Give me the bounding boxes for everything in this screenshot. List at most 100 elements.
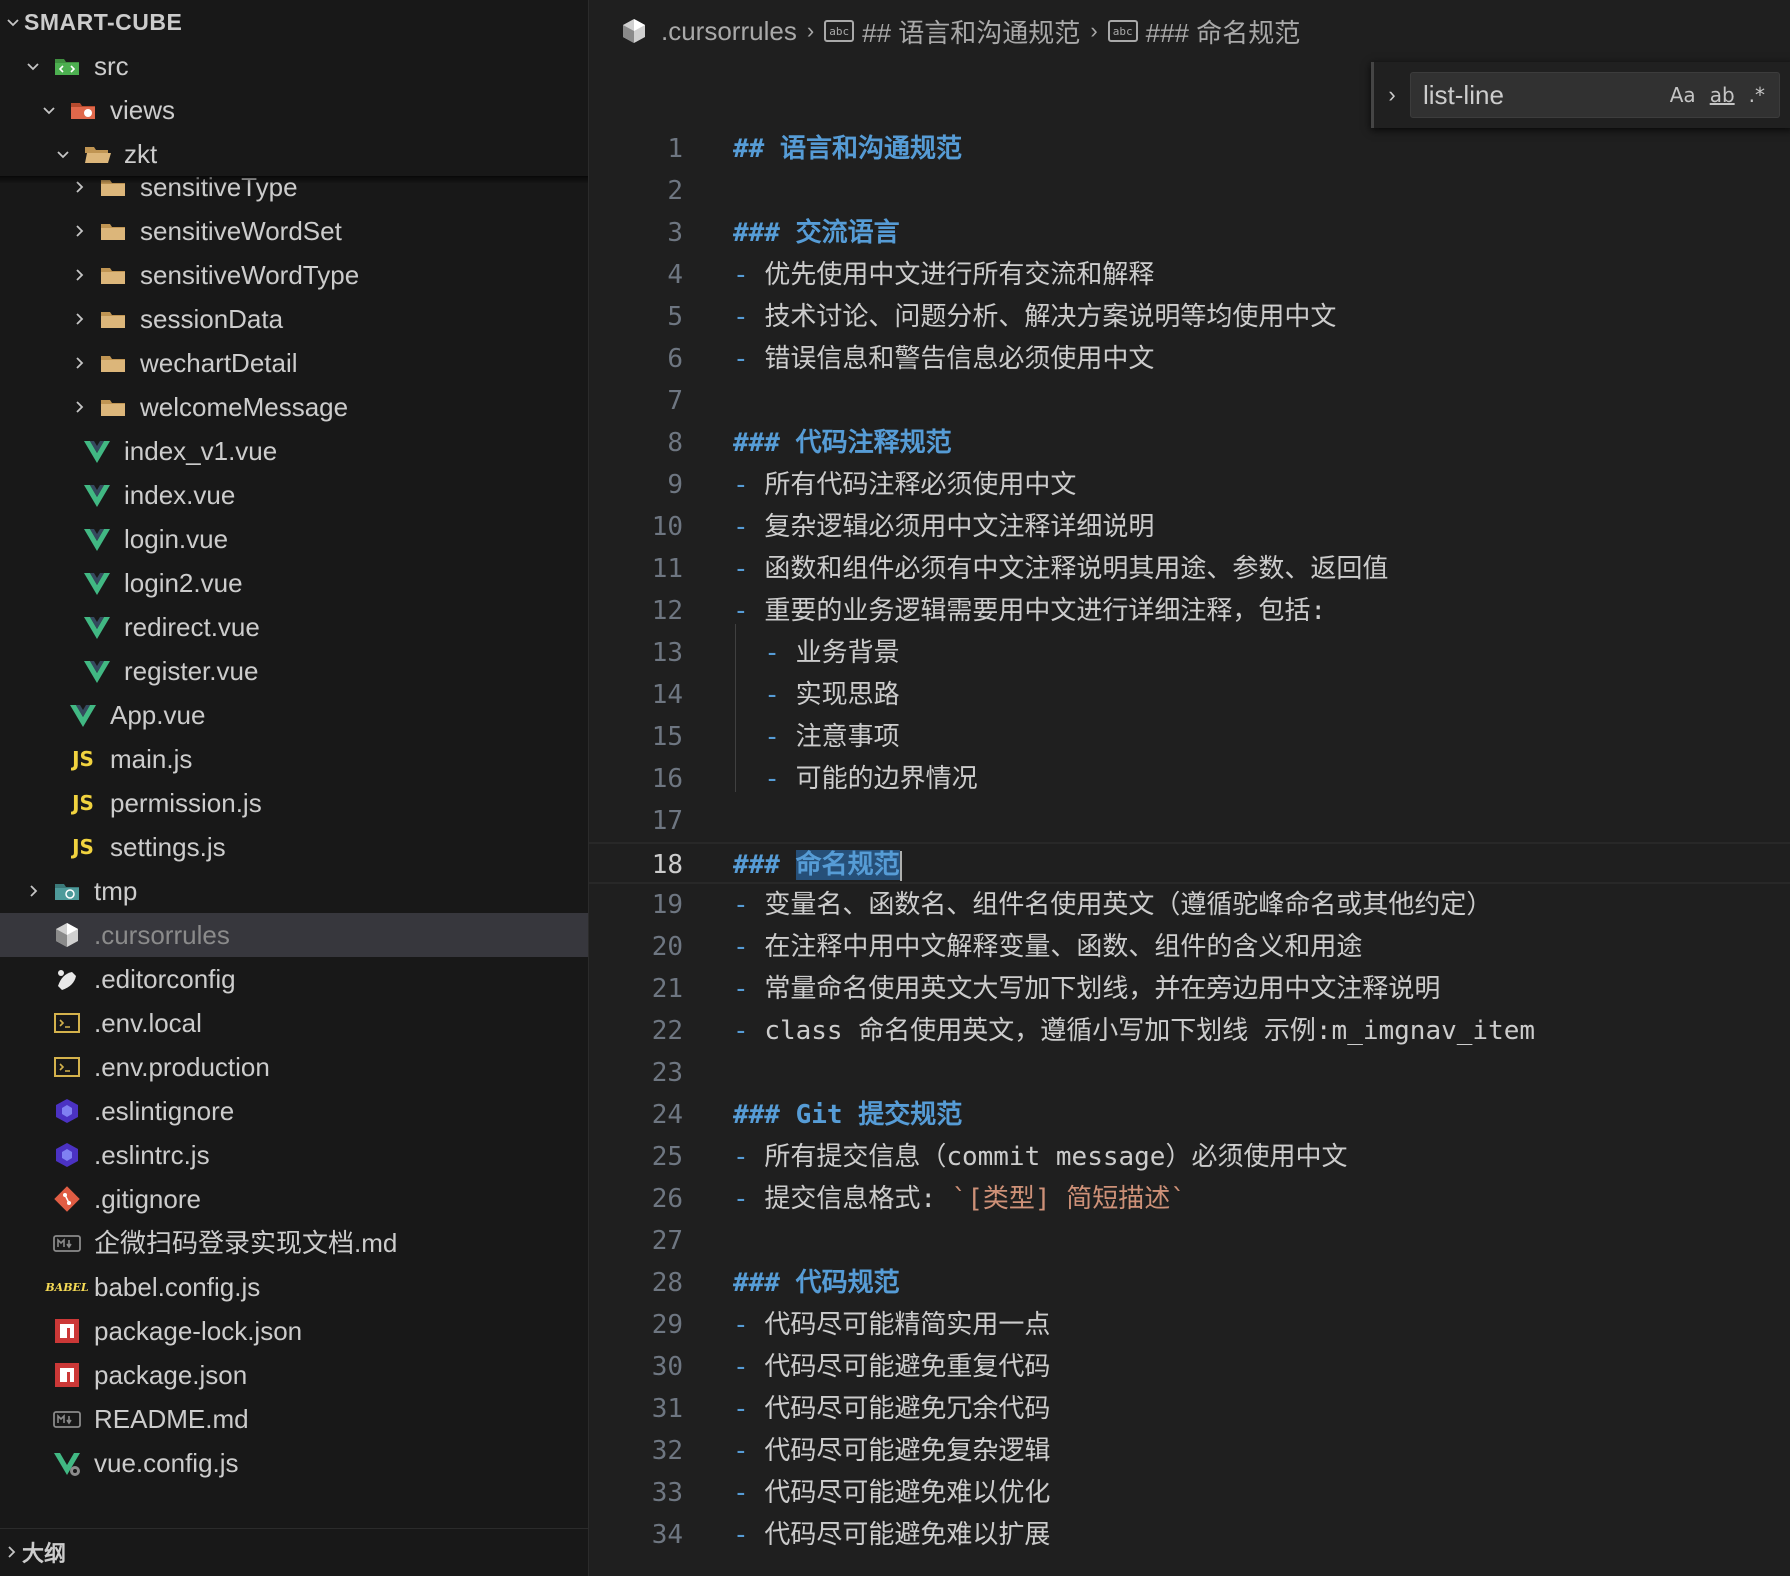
code-line[interactable]: 22 - class 命名使用英文，遵循小写加下划线 示例:m_imgnav_it…: [589, 1010, 1790, 1052]
code-line[interactable]: 20 - 在注释中用中文解释变量、函数、组件的含义和用途: [589, 926, 1790, 968]
vue-icon: [82, 524, 112, 554]
code-line[interactable]: 30 - 代码尽可能避免重复代码: [589, 1346, 1790, 1388]
tree-item[interactable]: register.vue: [0, 649, 588, 693]
line-text: - 复杂逻辑必须用中文注释详细说明: [733, 506, 1154, 548]
line-number: 8: [667, 428, 683, 458]
tree-item[interactable]: sensitiveWordType: [0, 253, 588, 297]
tree-item[interactable]: sensitiveWordSet: [0, 209, 588, 253]
code-line[interactable]: 24 ### Git 提交规范: [589, 1094, 1790, 1136]
tree-item[interactable]: .env.local: [0, 1001, 588, 1045]
match-whole-word-toggle[interactable]: ab: [1710, 83, 1735, 107]
line-text: - 代码尽可能避免难以优化: [733, 1472, 1050, 1514]
code-line[interactable]: 31 - 代码尽可能避免冗余代码: [589, 1388, 1790, 1430]
tree-item[interactable]: tmp: [0, 869, 588, 913]
code-line[interactable]: 28 ### 代码规范: [589, 1262, 1790, 1304]
code-line[interactable]: 6 - 错误信息和警告信息必须使用中文: [589, 338, 1790, 380]
outline-section-header[interactable]: 大纲: [0, 1528, 588, 1575]
chevron-right-icon[interactable]: [22, 880, 44, 902]
tree-item[interactable]: index.vue: [0, 473, 588, 517]
breadcrumb-subsection[interactable]: ### 命名规范: [1146, 13, 1301, 50]
markdown-icon: [52, 1404, 82, 1434]
find-input-value[interactable]: list-line: [1423, 80, 1670, 111]
code-line[interactable]: 5 - 技术讨论、问题分析、解决方案说明等均使用中文: [589, 296, 1790, 338]
code-line[interactable]: 16 - 可能的边界情况: [589, 758, 1790, 800]
code-line[interactable]: 33 - 代码尽可能避免难以优化: [589, 1472, 1790, 1514]
chevron-right-icon[interactable]: [68, 396, 90, 418]
code-line[interactable]: 12 - 重要的业务逻辑需要用中文进行详细注释，包括:: [589, 590, 1790, 632]
code-line[interactable]: 3 ### 交流语言: [589, 212, 1790, 254]
chevron-down-icon[interactable]: [52, 143, 74, 165]
code-line[interactable]: 29 - 代码尽可能精简实用一点: [589, 1304, 1790, 1346]
chevron-right-icon[interactable]: [68, 308, 90, 330]
tree-item[interactable]: sensitiveType: [0, 165, 588, 209]
chevron-right-icon[interactable]: [68, 264, 90, 286]
code-line[interactable]: 9 - 所有代码注释必须使用中文: [589, 464, 1790, 506]
tree-item[interactable]: src: [0, 44, 588, 88]
code-line[interactable]: 21 - 常量命名使用英文大写加下划线，并在旁边用中文注释说明: [589, 968, 1790, 1010]
tree-item[interactable]: .eslintrc.js: [0, 1133, 588, 1177]
find-input[interactable]: list-line Aa ab .*: [1410, 72, 1780, 118]
tree-item[interactable]: App.vue: [0, 693, 588, 737]
code-line[interactable]: 4 - 优先使用中文进行所有交流和解释: [589, 254, 1790, 296]
code-line[interactable]: 1 ## 语言和沟通规范: [589, 128, 1790, 170]
editor-pane[interactable]: .cursorrules › abc ## 语言和沟通规范 › abc ### …: [589, 0, 1790, 1576]
tree-item[interactable]: .eslintignore: [0, 1089, 588, 1133]
chevron-right-icon[interactable]: [68, 220, 90, 242]
code-line[interactable]: 19 - 变量名、函数名、组件名使用英文（遵循驼峰命名或其他约定）: [589, 884, 1790, 926]
tree-item[interactable]: .cursorrules: [0, 913, 588, 957]
code-line[interactable]: 14 - 实现思路: [589, 674, 1790, 716]
chevron-down-icon[interactable]: [22, 55, 44, 77]
tree-item[interactable]: sessionData: [0, 297, 588, 341]
tree-item[interactable]: login2.vue: [0, 561, 588, 605]
code-line[interactable]: 23: [589, 1052, 1790, 1094]
use-regex-toggle[interactable]: .*: [1749, 83, 1765, 107]
tree-item[interactable]: .editorconfig: [0, 957, 588, 1001]
vue-icon: [82, 612, 112, 642]
tree-item[interactable]: JS main.js: [0, 737, 588, 781]
tree-item[interactable]: README.md: [0, 1397, 588, 1441]
code-line-current[interactable]: 18 ### 命名规范: [589, 842, 1790, 884]
code-line[interactable]: 27: [589, 1220, 1790, 1262]
code-line[interactable]: 11 - 函数和组件必须有中文注释说明其用途、参数、返回值: [589, 548, 1790, 590]
tree-item[interactable]: redirect.vue: [0, 605, 588, 649]
tree-item[interactable]: views: [0, 88, 588, 132]
explorer-project-header[interactable]: SMART-CUBE: [0, 0, 588, 44]
code-line[interactable]: 32 - 代码尽可能避免复杂逻辑: [589, 1430, 1790, 1472]
line-number: 17: [651, 806, 683, 836]
code-line[interactable]: 8 ### 代码注释规范: [589, 422, 1790, 464]
chevron-down-icon[interactable]: [38, 99, 60, 121]
code-line[interactable]: 10 - 复杂逻辑必须用中文注释详细说明: [589, 506, 1790, 548]
tree-item[interactable]: welcomeMessage: [0, 385, 588, 429]
code-line[interactable]: 34 - 代码尽可能避免难以扩展: [589, 1514, 1790, 1556]
match-case-toggle[interactable]: Aa: [1670, 83, 1696, 107]
tree-item[interactable]: .gitignore: [0, 1177, 588, 1221]
tree-item[interactable]: wechartDetail: [0, 341, 588, 385]
tree-item[interactable]: BABEL babel.config.js: [0, 1265, 588, 1309]
tree-item[interactable]: vue.config.js: [0, 1441, 588, 1485]
tree-item[interactable]: .env.production: [0, 1045, 588, 1089]
code-line[interactable]: 17: [589, 800, 1790, 842]
breadcrumb-file[interactable]: .cursorrules: [661, 16, 797, 47]
tree-item[interactable]: package-lock.json: [0, 1309, 588, 1353]
chevron-right-icon[interactable]: [68, 352, 90, 374]
tree-item[interactable]: 企微扫码登录实现文档.md: [0, 1221, 588, 1265]
tree-item[interactable]: login.vue: [0, 517, 588, 561]
tree-item[interactable]: JS permission.js: [0, 781, 588, 825]
code-line[interactable]: 25 - 所有提交信息（commit message）必须使用中文: [589, 1136, 1790, 1178]
code-line[interactable]: 15 - 注意事项: [589, 716, 1790, 758]
tree-item-label: package-lock.json: [94, 1316, 303, 1346]
toggle-replace-chevron-icon[interactable]: ›: [1374, 82, 1410, 108]
line-number: 16: [651, 764, 683, 794]
line-text: - 注意事项: [733, 716, 899, 758]
code-line[interactable]: 2: [589, 170, 1790, 212]
tree-item[interactable]: index_v1.vue: [0, 429, 588, 473]
tree-item[interactable]: package.json: [0, 1353, 588, 1397]
breadcrumb-section[interactable]: ## 语言和沟通规范: [862, 13, 1080, 50]
code-line[interactable]: 7: [589, 380, 1790, 422]
code-line[interactable]: 13 - 业务背景: [589, 632, 1790, 674]
tree-item[interactable]: JS settings.js: [0, 825, 588, 869]
code-line[interactable]: 26 - 提交信息格式: `[类型] 简短描述`: [589, 1178, 1790, 1220]
